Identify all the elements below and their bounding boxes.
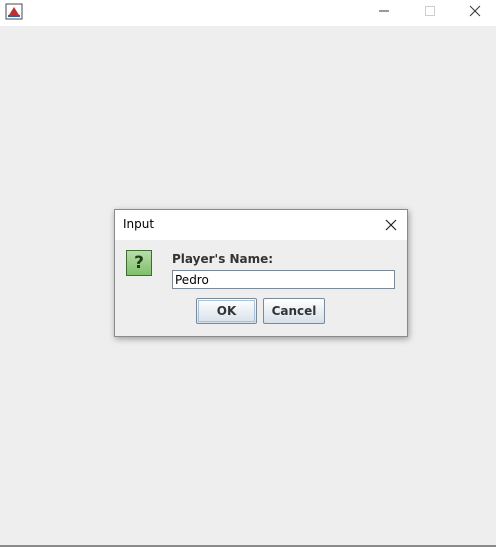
window-titlebar — [0, 0, 496, 26]
maximize-button[interactable] — [407, 0, 453, 22]
java-app-icon[interactable] — [5, 2, 23, 20]
ok-button[interactable]: OK — [196, 298, 257, 324]
question-icon: ? — [126, 250, 152, 276]
dialog-titlebar[interactable]: Input — [115, 210, 407, 240]
question-glyph: ? — [134, 253, 144, 273]
player-name-input[interactable] — [172, 270, 395, 289]
minimize-icon — [379, 10, 389, 12]
dialog-title: Input — [123, 217, 155, 231]
input-dialog: Input ? Player's Name: OK Cancel — [114, 209, 408, 337]
close-icon — [385, 219, 397, 231]
cancel-button[interactable]: Cancel — [263, 298, 325, 324]
minimize-button[interactable] — [361, 0, 407, 22]
dialog-close-button[interactable] — [379, 213, 403, 237]
maximize-icon — [425, 6, 435, 16]
player-name-label: Player's Name: — [172, 252, 274, 266]
window-close-button[interactable] — [452, 0, 496, 22]
close-icon — [469, 5, 481, 17]
